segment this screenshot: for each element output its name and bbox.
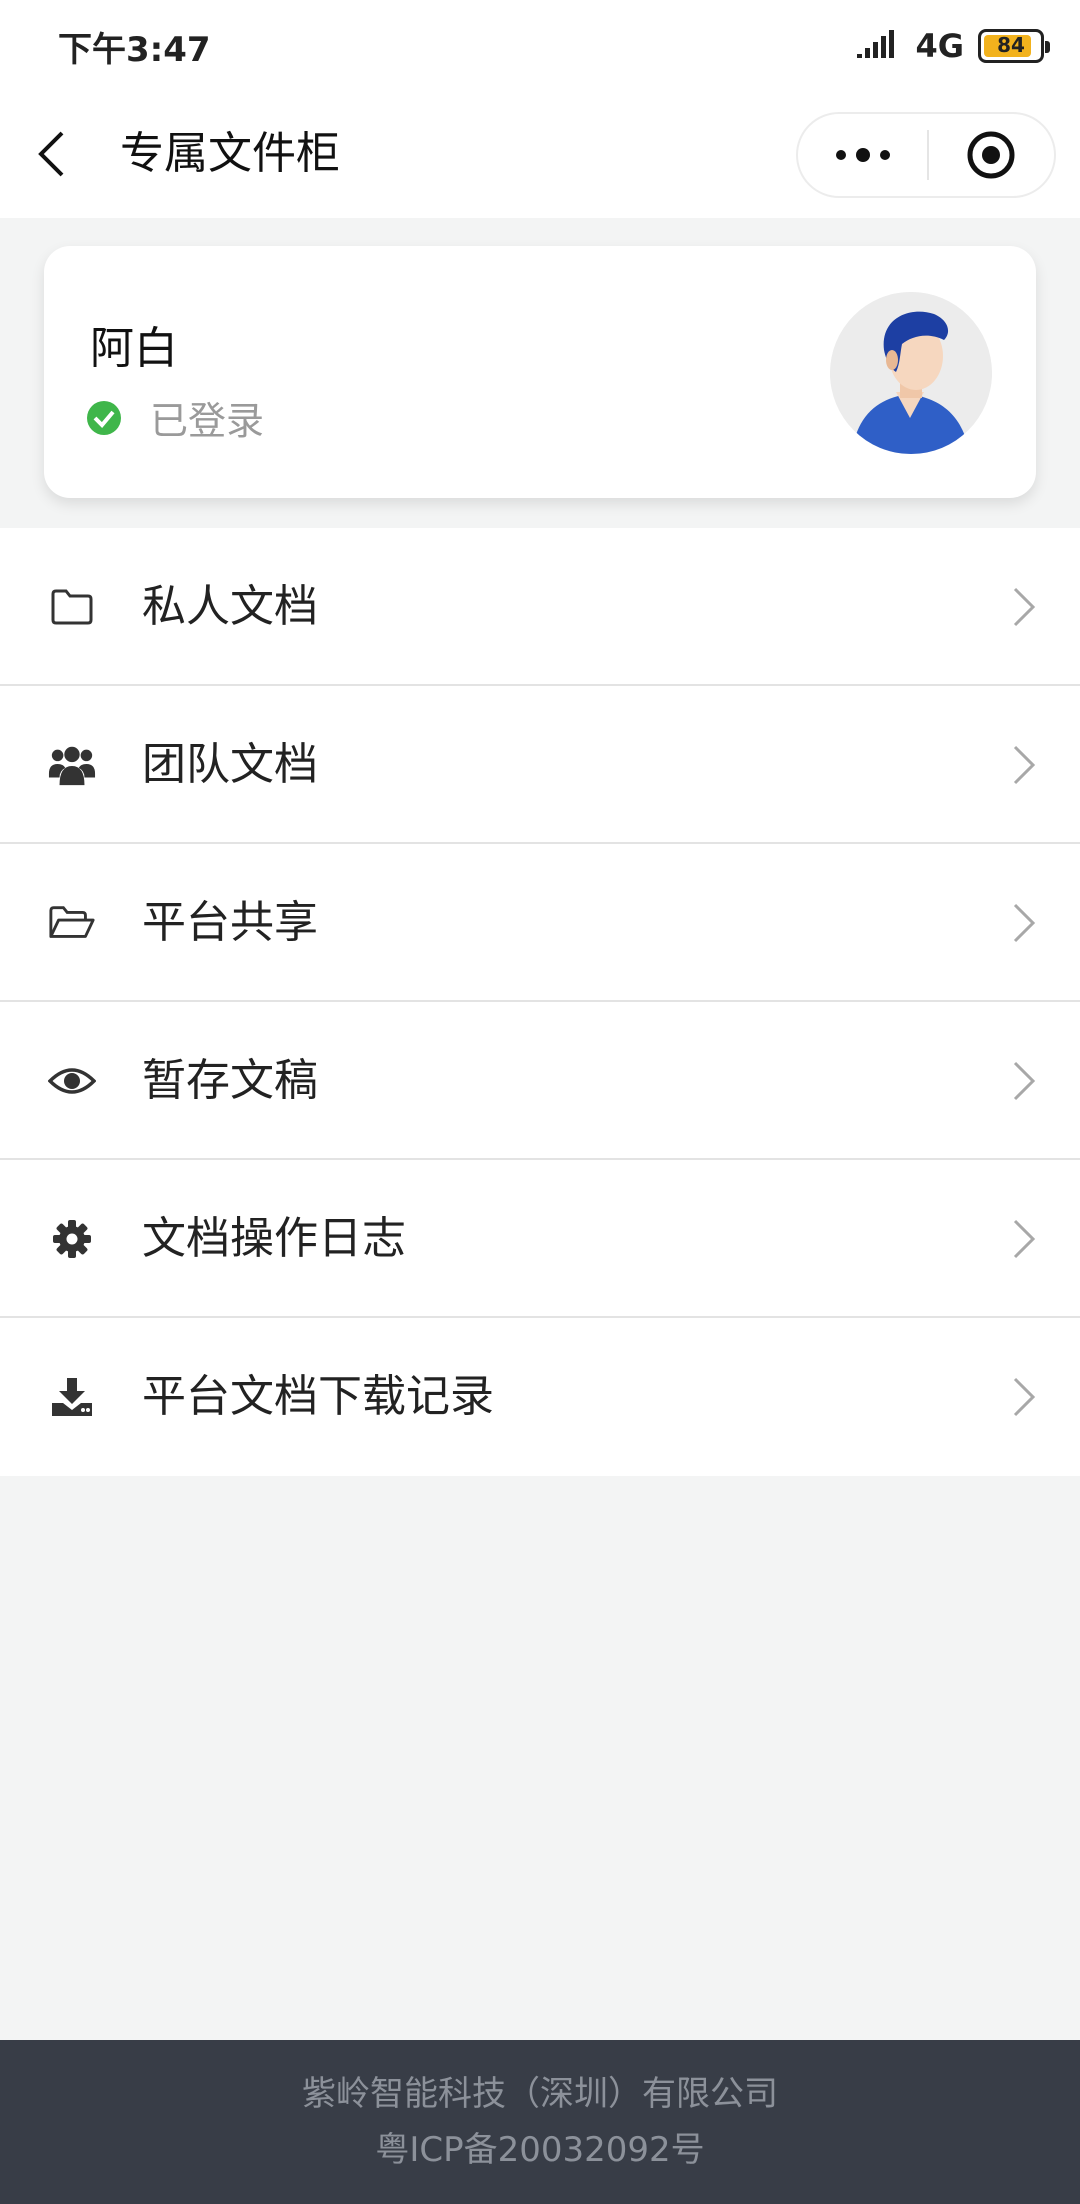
menu-item-label: 暂存文稿: [142, 1055, 318, 1106]
download-icon: [48, 1373, 96, 1421]
signal-icon: [857, 30, 895, 58]
close-miniprogram-button[interactable]: [929, 114, 1054, 196]
chevron-left-icon: [38, 131, 64, 177]
chevron-right-icon: [1013, 745, 1036, 785]
footer-company: 紫岭智能科技（深圳）有限公司: [302, 2074, 778, 2114]
miniprogram-capsule: [796, 112, 1056, 198]
more-button[interactable]: [798, 114, 927, 196]
user-name: 阿白: [90, 323, 178, 374]
status-time: 下午3:47: [58, 30, 211, 70]
chevron-right-icon: [1013, 1219, 1036, 1259]
footer-icp[interactable]: 粤ICP备20032092号: [0, 2122, 1080, 2178]
battery-icon: 84: [978, 29, 1050, 63]
login-status-text: 已登录: [150, 399, 265, 443]
battery-level: 84: [997, 33, 1025, 57]
gear-icon: [48, 1215, 96, 1263]
menu-item-label: 团队文档: [142, 739, 318, 790]
menu-list: 私人文档 团队文档 平台共享 暂存文稿 文档操作日志 平台文档下载记录: [0, 528, 1080, 1476]
chevron-right-icon: [1013, 1377, 1036, 1417]
check-circle-icon: [87, 400, 121, 435]
folder-icon: [48, 583, 96, 631]
menu-item-platform-share[interactable]: 平台共享: [0, 844, 1080, 1002]
menu-item-private-docs[interactable]: 私人文档: [0, 528, 1080, 686]
menu-item-label: 私人文档: [142, 581, 318, 632]
status-indicators: 4G 84: [857, 24, 1050, 68]
menu-item-operation-log[interactable]: 文档操作日志: [0, 1160, 1080, 1318]
avatar[interactable]: [830, 292, 992, 454]
chevron-right-icon: [1013, 1061, 1036, 1101]
page: 下午3:47 4G 84 专属文件柜 阿白 已登录 私人文档 团队文档 平台共享…: [0, 0, 1080, 2204]
page-title: 专属文件柜: [120, 128, 340, 179]
nav-bar: 专属文件柜: [0, 92, 1080, 218]
menu-item-download-records[interactable]: 平台文档下载记录: [0, 1318, 1080, 1476]
more-dots-icon: [835, 148, 890, 162]
user-avatar-icon: [830, 292, 992, 454]
menu-item-label: 平台共享: [142, 897, 318, 948]
menu-item-team-docs[interactable]: 团队文档: [0, 686, 1080, 844]
login-status: 已登录: [86, 390, 264, 445]
chevron-right-icon: [1013, 587, 1036, 627]
menu-item-label: 平台文档下载记录: [142, 1371, 494, 1422]
status-bar: 下午3:47 4G 84: [0, 0, 1080, 92]
profile-card: 阿白 已登录: [44, 246, 1036, 498]
menu-item-drafts[interactable]: 暂存文稿: [0, 1002, 1080, 1160]
back-button[interactable]: [36, 122, 76, 186]
eye-icon: [48, 1057, 96, 1105]
footer: 紫岭智能科技（深圳）有限公司 粤ICP备20032092号: [0, 2040, 1080, 2204]
users-icon: [48, 741, 96, 789]
chevron-right-icon: [1013, 903, 1036, 943]
target-close-icon: [967, 131, 1015, 179]
menu-item-label: 文档操作日志: [142, 1213, 406, 1264]
folder-open-icon: [48, 899, 96, 947]
network-type: 4G: [915, 27, 964, 65]
